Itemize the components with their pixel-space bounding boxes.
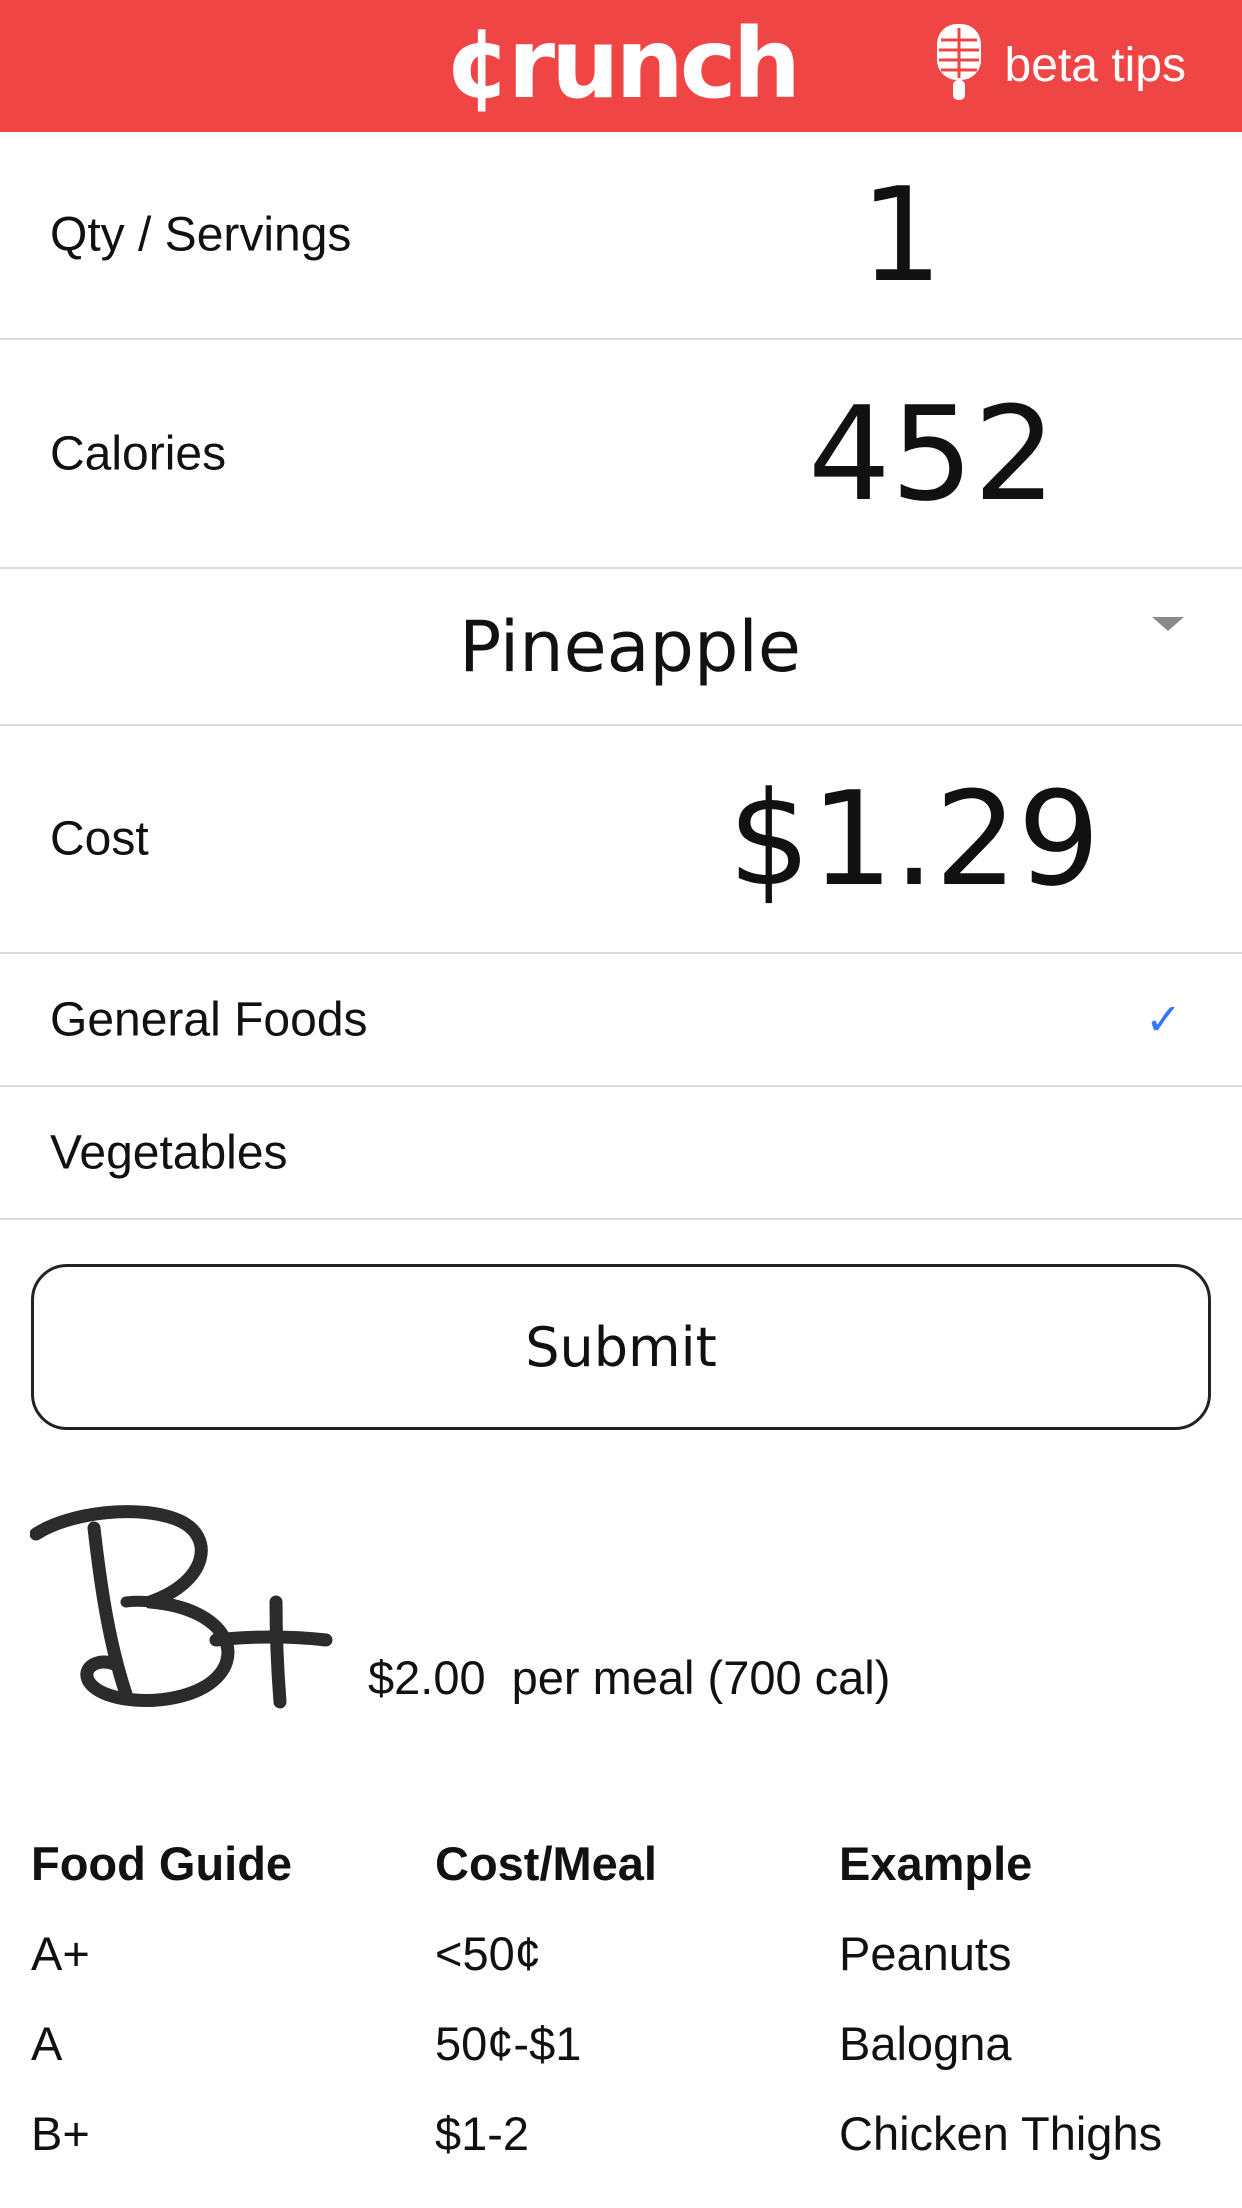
food-select-value: Pineapple (459, 605, 801, 688)
food-select[interactable]: Pineapple (0, 569, 1242, 726)
dropdown-caret-icon (1152, 617, 1184, 631)
calories-label: Calories (50, 427, 227, 480)
qty-servings-row: Qty / Servings 1 (0, 132, 1242, 340)
table-cell-cost: 50¢-$1 (435, 2017, 582, 2070)
header-bar: ¢runch beta tips (0, 0, 1242, 132)
submit-button[interactable]: Submit (31, 1264, 1211, 1430)
category-option-vegetables[interactable]: Vegetables (0, 1087, 1242, 1220)
table-cell-cost: <50¢ (435, 1927, 541, 1980)
calories-row: Calories 452 (0, 340, 1242, 569)
table-cell-grade: A (31, 2017, 63, 2070)
beta-tips-label: beta tips (1004, 39, 1186, 92)
table-cell-grade: A+ (31, 1927, 90, 1980)
category-label: Vegetables (50, 1126, 288, 1179)
table-cell-example: Balogna (839, 2017, 1012, 2070)
grade-badge (30, 1490, 340, 1730)
table-cell-example: Peanuts (839, 1927, 1012, 1980)
qty-servings-input[interactable]: 1 (860, 159, 943, 311)
beta-tips-link[interactable]: beta tips (931, 24, 1186, 108)
grade-summary: $2.00 per meal (700 cal) (368, 1650, 890, 1705)
category-option-general-foods[interactable]: General Foods ✓ (0, 954, 1242, 1087)
cost-input[interactable]: $1.29 (728, 763, 1100, 915)
grade-price: $2.00 (368, 1651, 486, 1704)
grade-description: per meal (700 cal) (511, 1651, 891, 1704)
category-label: General Foods (50, 993, 368, 1046)
calories-input[interactable]: 452 (808, 378, 1056, 530)
table-cell-cost: $1-2 (435, 2107, 530, 2160)
qty-servings-label: Qty / Servings (50, 208, 352, 262)
microphone-icon (936, 24, 981, 100)
table-cell-grade: B+ (31, 2107, 90, 2160)
grade-letter-drawing (30, 1505, 333, 1709)
app-screen: ¢runch beta tips Qty / Servings 1 Calori… (0, 0, 1242, 2208)
checkmark-icon: ✓ (1145, 994, 1182, 1045)
cost-row: Cost $1.29 (0, 726, 1242, 954)
table-header-food-guide: Food Guide (31, 1837, 293, 1890)
table-header-example: Example (839, 1837, 1033, 1890)
table-header-cost-meal: Cost/Meal (435, 1837, 657, 1890)
table-cell-example: Chicken Thighs (839, 2107, 1163, 2160)
cost-label: Cost (50, 812, 149, 866)
